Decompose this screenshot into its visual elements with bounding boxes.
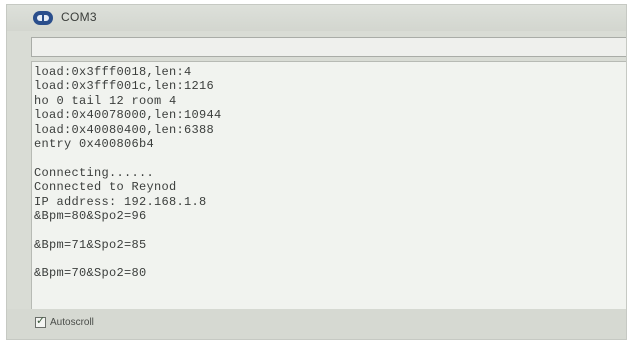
title-bar: COM3 [7,5,626,31]
output-line: Connected to Reynod [34,180,177,195]
output-line: &Bpm=70&Spo2=80 [34,266,147,281]
output-line: load:0x40078000,len:10944 [34,108,222,123]
output-line: load:0x3fff0018,len:4 [34,65,192,79]
footer-bar: ✓ Autoscroll [7,309,626,339]
serial-monitor-window: COM3 load:0x3fff0018,len:4 load:0x3fff00… [6,4,627,340]
output-line: load:0x40080400,len:6388 [34,122,215,137]
check-icon: ✓ [36,314,46,327]
output-line: &Bpm=80&Spo2=96 [34,208,147,223]
output-line: ho 0 tail 12 room 4 [34,93,177,108]
autoscroll-toggle[interactable]: ✓ Autoscroll [35,314,94,328]
output-line: entry 0x400806b4 [34,136,155,151]
window-title: COM3 [61,10,97,24]
send-input[interactable] [31,37,626,57]
autoscroll-label: Autoscroll [50,317,94,328]
serial-output[interactable]: load:0x3fff0018,len:4 load:0x3fff001c,le… [31,61,626,311]
output-line: Connecting...... [34,165,155,180]
output-line: load:0x3fff001c,len:1216 [34,79,215,94]
serial-monitor-icon [33,11,53,25]
autoscroll-checkbox[interactable]: ✓ [35,314,46,328]
output-line: IP address: 192.168.1.8 [34,194,207,209]
output-line: &Bpm=71&Spo2=85 [34,237,147,252]
